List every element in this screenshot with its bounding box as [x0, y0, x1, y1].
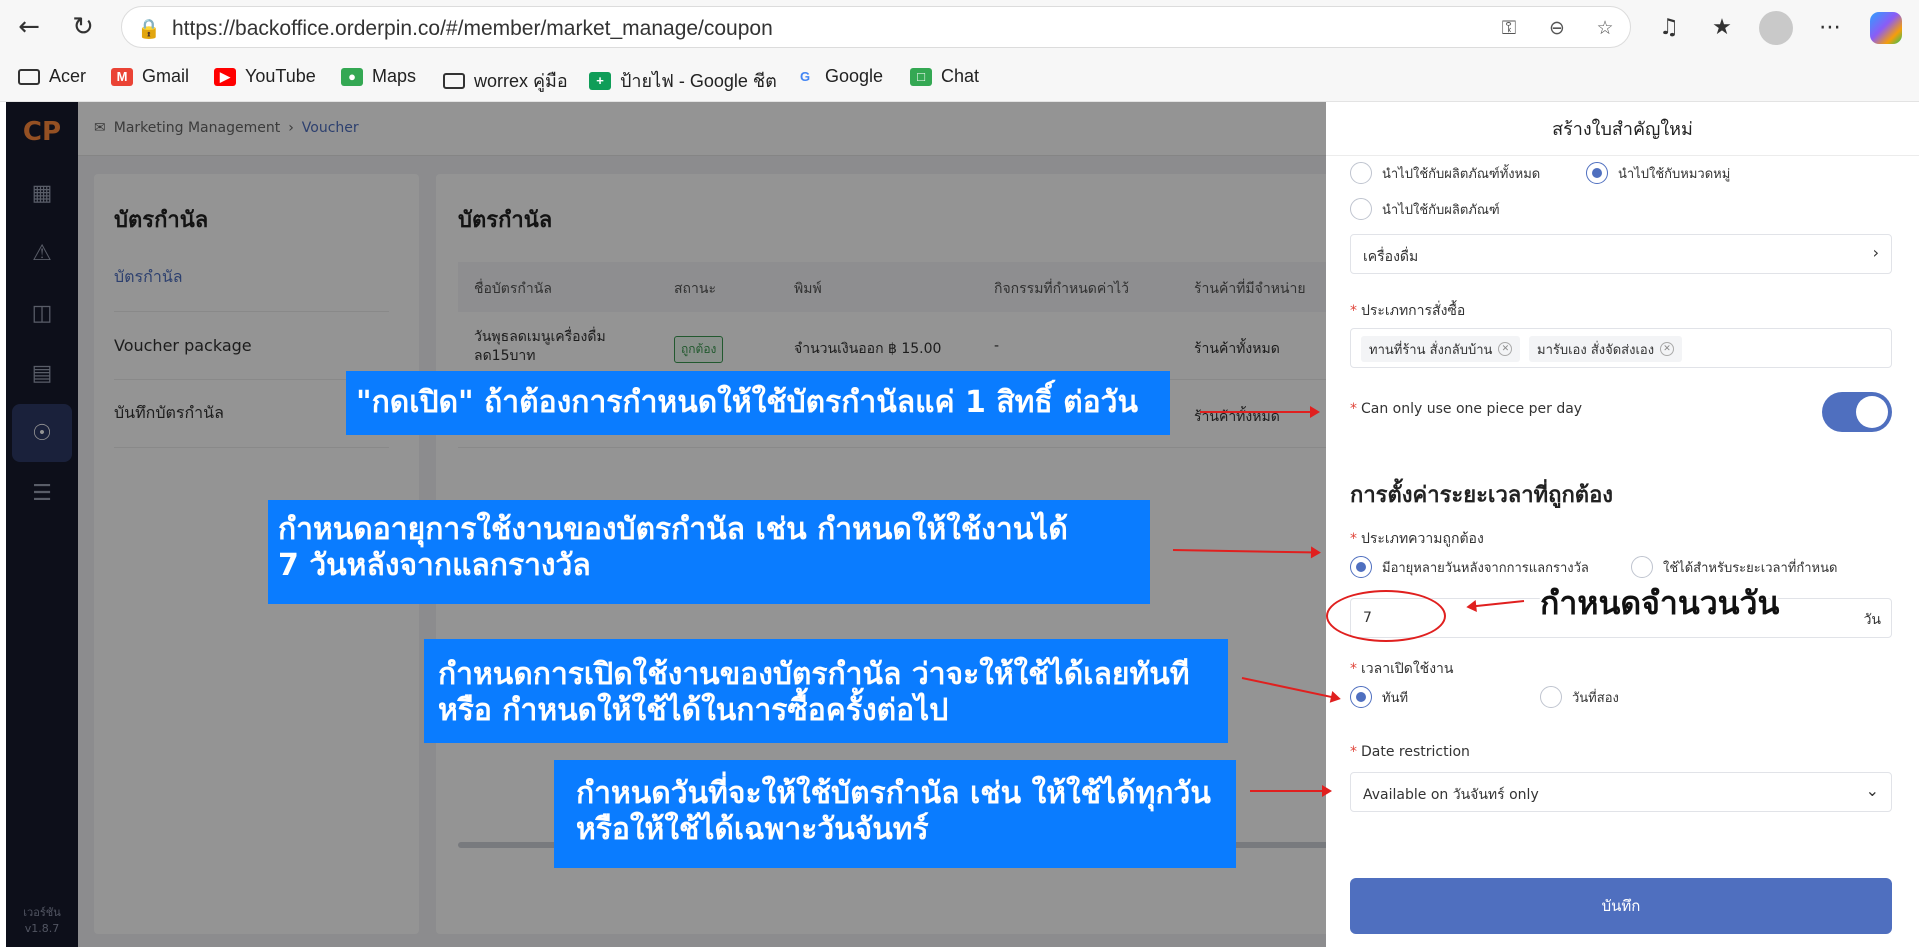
start-time-label: * เวลาเปิดใช้งาน	[1350, 661, 1454, 677]
youtube-icon: ▶	[214, 67, 236, 86]
folder-icon	[18, 68, 40, 85]
date-restriction-label: * Date restriction	[1350, 744, 1470, 760]
radio-dot	[1350, 556, 1372, 578]
radio-days-after-redeem[interactable]: มีอายุหลายวันหลังจากการแลกรางวัล	[1350, 556, 1589, 578]
order-type-label: * ประเภทการสั่งซื้อ	[1350, 303, 1466, 319]
radio-apply-category[interactable]: นำไปใช้กับหมวดหมู่	[1586, 162, 1730, 184]
order-type-select[interactable]: ทานที่ร้าน สั่งกลับบ้าน ✕ มารับเอง สั่งจั…	[1350, 328, 1892, 368]
favorite-star-icon[interactable]: ☆	[1590, 13, 1620, 43]
maps-icon: ●	[341, 67, 363, 86]
days-highlight-ellipse	[1326, 590, 1446, 642]
bookmark-acer[interactable]: Acer	[18, 66, 86, 87]
date-restriction-select[interactable]: Available on วันจันทร์ only ⌄	[1350, 772, 1892, 812]
drawer-title: สร้างใบสำคัญใหม่	[1326, 102, 1919, 156]
radio-dot	[1631, 556, 1653, 578]
toggle-knob	[1856, 396, 1888, 428]
order-type-tag[interactable]: ทานที่ร้าน สั่งกลับบ้าน ✕	[1361, 336, 1521, 362]
category-value: เครื่องดื่ม	[1363, 249, 1419, 265]
category-select[interactable]: เครื่องดื่ม ›	[1350, 234, 1892, 274]
days-unit: วัน	[1863, 612, 1881, 628]
create-voucher-drawer: สร้างใบสำคัญใหม่ นำไปใช้กับผลิตภัณฑ์ทั้ง…	[1326, 102, 1919, 947]
arrow-annotation	[1200, 406, 1320, 418]
sheets-icon: +	[589, 71, 611, 90]
radio-start-second-day[interactable]: วันที่สอง	[1540, 686, 1619, 708]
google-icon: G	[799, 69, 811, 84]
profile-avatar[interactable]	[1759, 11, 1793, 45]
browser-toolbar: ← ↻ 🔒 https://backoffice.orderpin.co/#/m…	[0, 0, 1919, 54]
favorites-icon[interactable]: ★	[1705, 10, 1739, 44]
more-icon[interactable]: ⋯	[1813, 10, 1847, 44]
bookmark-gmail[interactable]: M Gmail	[111, 66, 189, 87]
callout-one-per-day: "กดเปิด" ถ้าต้องการกำหนดให้ใช้บัตรกำนัลแ…	[346, 371, 1170, 435]
radio-dot	[1350, 198, 1372, 220]
one-per-day-label: * Can only use one piece per day	[1350, 401, 1583, 417]
copilot-icon[interactable]	[1870, 12, 1902, 44]
radio-fixed-period[interactable]: ใช้ได้สำหรับระยะเวลาที่กำหนด	[1631, 556, 1837, 578]
one-per-day-toggle[interactable]	[1822, 392, 1892, 432]
bookmark-youtube[interactable]: ▶ YouTube	[214, 66, 316, 87]
radio-dot	[1586, 162, 1608, 184]
close-icon[interactable]: ✕	[1660, 342, 1675, 356]
validity-section-title: การตั้งค่าระยะเวลาที่ถูกต้อง	[1350, 483, 1614, 508]
bookmarks-bar: Acer M Gmail ▶ YouTube ● Maps worrex คู่มือ…	[0, 54, 1919, 102]
back-icon[interactable]: ←	[12, 10, 46, 44]
callout-date-restriction: กำหนดวันที่จะให้ใช้บัตรกำนัล เช่น ให้ใช้…	[554, 760, 1236, 868]
folder-icon	[443, 72, 465, 89]
address-bar[interactable]: 🔒 https://backoffice.orderpin.co/#/membe…	[121, 6, 1631, 48]
bookmark-maps[interactable]: ● Maps	[341, 66, 416, 87]
key-icon[interactable]: ⚿	[1494, 13, 1524, 43]
bookmark-google[interactable]: G Google	[794, 66, 883, 87]
chevron-down-icon: ⌄	[1865, 781, 1879, 800]
chevron-right-icon: ›	[1872, 243, 1879, 262]
bookmark-worrex[interactable]: worrex คู่มือ	[443, 66, 568, 95]
radio-start-immediately[interactable]: ทันที	[1350, 686, 1408, 708]
callout-validity: กำหนดอายุการใช้งานของบัตรกำนัล เช่น กำหน…	[268, 500, 1150, 604]
callout-start-time: กำหนดการเปิดใช้งานของบัตรกำนัล ว่าจะให้ใ…	[424, 639, 1228, 743]
validity-type-label: * ประเภทความถูกต้อง	[1350, 531, 1484, 547]
bookmark-chat[interactable]: □ Chat	[910, 66, 979, 87]
lock-icon[interactable]: 🔒	[134, 13, 164, 43]
date-restriction-value: Available on วันจันทร์ only	[1363, 787, 1539, 803]
zoom-out-icon[interactable]: ⊖	[1542, 13, 1572, 43]
radio-dot	[1540, 686, 1562, 708]
radio-dot	[1350, 686, 1372, 708]
radio-dot	[1350, 162, 1372, 184]
media-icon[interactable]: ♫	[1652, 10, 1686, 44]
order-type-tag[interactable]: มารับเอง สั่งจัดส่งเอง ✕	[1529, 336, 1683, 362]
close-icon[interactable]: ✕	[1498, 342, 1513, 356]
reload-icon[interactable]: ↻	[66, 10, 100, 44]
radio-apply-product[interactable]: นำไปใช้กับผลิตภัณฑ์	[1350, 198, 1500, 220]
chat-icon: □	[910, 67, 932, 86]
gmail-icon: M	[111, 67, 133, 86]
bookmark-sheet[interactable]: + ป้ายไฟ - Google ชีต	[589, 66, 777, 95]
url-text: https://backoffice.orderpin.co/#/member/…	[172, 17, 773, 40]
arrow-annotation	[1250, 785, 1332, 797]
radio-apply-all-products[interactable]: นำไปใช้กับผลิตภัณฑ์ทั้งหมด	[1350, 162, 1540, 184]
save-button[interactable]: บันทึก	[1350, 878, 1892, 934]
days-note: กำหนดจำนวนวัน	[1540, 584, 1780, 622]
